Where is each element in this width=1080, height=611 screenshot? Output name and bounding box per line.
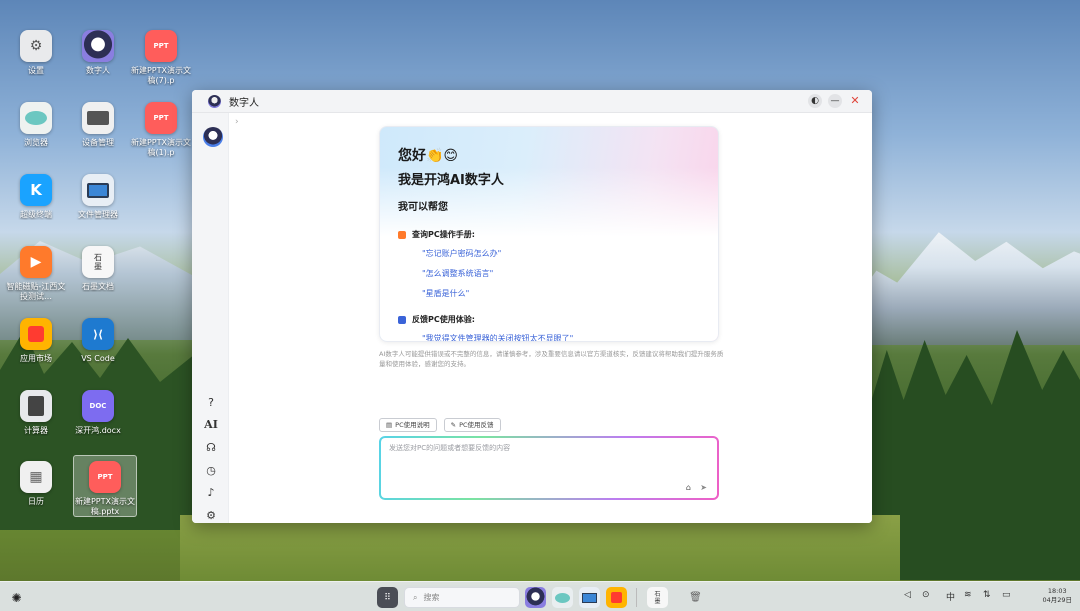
pptx-file-icon: PPT: [145, 30, 177, 62]
close-button[interactable]: ✕: [848, 94, 862, 108]
shimo-docs-icon: 石墨: [82, 246, 114, 278]
desktop-icon-browser[interactable]: 浏览器: [4, 102, 68, 148]
control-center-icon[interactable]: ⇅: [983, 590, 991, 600]
book-icon: ▤: [386, 421, 393, 429]
pc-feedback-button[interactable]: ✎ PC使用反馈: [443, 418, 501, 432]
pptx-file-icon: PPT: [89, 461, 121, 493]
desktop-icon-calculator[interactable]: 计算器: [4, 390, 68, 436]
desktop-icon-pptx-selected[interactable]: PPT 新建PPTX演示文稿.pptx: [73, 455, 137, 517]
minimize-button[interactable]: —: [828, 94, 842, 108]
meadow: [180, 515, 900, 585]
file-manager-icon: [82, 174, 114, 206]
ai-icon[interactable]: AI: [201, 415, 221, 433]
feedback-icon: ✎: [450, 421, 457, 429]
pptx-file-icon: PPT: [145, 102, 177, 134]
chat-area: › 您好👏😊 我是开鸿AI数字人 我可以帮您 查询PC操作手册: "忘记账户密码…: [229, 113, 872, 523]
taskbar-divider: [636, 588, 637, 607]
taskbar-browser-icon[interactable]: [552, 587, 573, 608]
taskbar-file-manager-icon[interactable]: [579, 587, 600, 608]
forest-right: [870, 330, 1080, 580]
ime-indicator[interactable]: 中: [946, 590, 955, 603]
browser-icon: [20, 102, 52, 134]
send-icon[interactable]: ➤: [700, 483, 707, 492]
feedback-section-title: 反馈PC使用体验:: [398, 314, 700, 325]
digital-human-window: 数字人 ◐ — ✕ ? AI ☊ ◷ ♪ ⚙ › 您好👏😊 我是开鸿AI数字人 …: [192, 90, 872, 523]
suggested-question[interactable]: "怎么调整系统语言": [422, 268, 700, 280]
mountain-right: [840, 232, 1080, 345]
help-icon[interactable]: ?: [201, 393, 221, 411]
disclaimer-text: AI数字人可能提供错误或不完整的信息，请谨慎参考，涉及重要信息请以官方渠道核实，…: [379, 350, 724, 368]
search-icon: ⌕: [413, 592, 418, 602]
launcher-grid-icon[interactable]: ⠿: [377, 587, 398, 608]
clear-icon[interactable]: ⌂: [686, 483, 691, 492]
desktop-icon-app-market[interactable]: 应用市场: [4, 318, 68, 364]
digital-human-icon: [82, 30, 114, 62]
system-clock[interactable]: 18:03 04月29日: [1042, 587, 1072, 605]
desktop-icon-vscode[interactable]: ⟩⟨ VS Code: [66, 318, 130, 364]
settings-icon[interactable]: ⚙: [201, 506, 221, 523]
docx-file-icon: DOC: [82, 390, 114, 422]
desktop-icon-super-terminal[interactable]: K 超级终端: [4, 174, 68, 220]
intro-text: 我是开鸿AI数字人: [398, 173, 504, 188]
start-icon[interactable]: ✺: [6, 587, 27, 608]
taskbar-app-market-icon[interactable]: [606, 587, 627, 608]
desktop-icon-digital-human[interactable]: 数字人: [66, 30, 130, 76]
calculator-icon: [20, 390, 52, 422]
device-manager-icon: [82, 102, 114, 134]
feedback-icon: [398, 315, 406, 324]
greeting-text: 您好👏😊: [398, 148, 459, 164]
pc-manual-button[interactable]: ▤ PC使用说明: [379, 418, 437, 432]
taskbar-shimo-icon[interactable]: 石墨: [647, 587, 668, 608]
desktop-icon-device-manager[interactable]: 设备管理: [66, 102, 130, 148]
settings-icon: ⚙: [20, 30, 52, 62]
desktop-icon-file-manager[interactable]: 文件管理器: [66, 174, 130, 220]
calendar-icon: ▦: [20, 461, 52, 493]
desktop-icon-calendar[interactable]: ▦ 日历: [4, 461, 68, 507]
message-input-box[interactable]: 发送您对PC的问题或者想要反馈的内容 ⌂ ➤: [379, 436, 719, 500]
desktop-icon-docx[interactable]: DOC 深开鸿.docx: [66, 390, 130, 436]
help-heading: 我可以帮您: [398, 202, 448, 213]
manual-section-title: 查询PC操作手册:: [398, 229, 700, 240]
suggested-question[interactable]: "星盾是什么": [422, 288, 700, 300]
super-terminal-icon: K: [20, 174, 52, 206]
smart-tile-icon: ▶: [20, 246, 52, 278]
customer-service-icon[interactable]: ☊: [201, 438, 221, 456]
taskbar-search[interactable]: ⌕ 搜索: [404, 587, 520, 608]
suggested-question[interactable]: "我觉得文件管理器的关闭按钮太不显眼了": [422, 333, 700, 341]
manual-icon: [398, 230, 406, 239]
trash-icon[interactable]: 🗑: [685, 587, 706, 608]
message-input-placeholder: 发送您对PC的问题或者想要反馈的内容: [389, 444, 511, 452]
notification-icon[interactable]: ♪: [201, 483, 221, 501]
volume-icon[interactable]: ◁: [904, 590, 911, 600]
suggested-question[interactable]: "忘记账户密码怎么办": [422, 248, 700, 260]
desktop-icon-pptx-1[interactable]: PPT 新建PPTX演示文稿(1).p: [129, 102, 193, 158]
desktop-icon-shimo-docs[interactable]: 石墨 石墨文档: [66, 246, 130, 292]
desktop-icon-smart-tile[interactable]: ▶ 智能磁贴-江西文投测试…: [4, 246, 68, 302]
wifi-icon[interactable]: ≋: [964, 590, 972, 600]
vscode-icon: ⟩⟨: [82, 318, 114, 350]
taskbar-digital-human-icon[interactable]: [525, 587, 546, 608]
app-market-icon: [20, 318, 52, 350]
history-icon[interactable]: ◷: [201, 461, 221, 479]
window-title: 数字人: [229, 97, 259, 109]
pin-icon[interactable]: ◐: [808, 94, 822, 108]
window-titlebar[interactable]: 数字人 ◐ — ✕: [192, 90, 872, 113]
media-icon[interactable]: ⊙: [922, 590, 930, 600]
expand-chevron-icon[interactable]: ›: [235, 117, 239, 127]
welcome-card: 您好👏😊 我是开鸿AI数字人 我可以帮您 查询PC操作手册: "忘记账户密码怎么…: [379, 126, 719, 342]
digital-human-avatar-icon: [208, 94, 221, 108]
desktop-icon-settings[interactable]: ⚙ 设置: [4, 30, 68, 76]
sidebar: ? AI ☊ ◷ ♪ ⚙: [192, 113, 229, 523]
assistant-avatar[interactable]: [203, 127, 223, 147]
quick-actions: ▤ PC使用说明 ✎ PC使用反馈: [379, 418, 501, 432]
battery-icon[interactable]: ▭: [1002, 590, 1011, 600]
desktop-icon-pptx-7[interactable]: PPT 新建PPTX演示文稿(7).p: [129, 30, 193, 86]
taskbar: ✺ ⠿ ⌕ 搜索 石墨 🗑 ◁ ⊙ 中 ≋ ⇅ ▭ 18:03 04月29日: [0, 581, 1080, 611]
